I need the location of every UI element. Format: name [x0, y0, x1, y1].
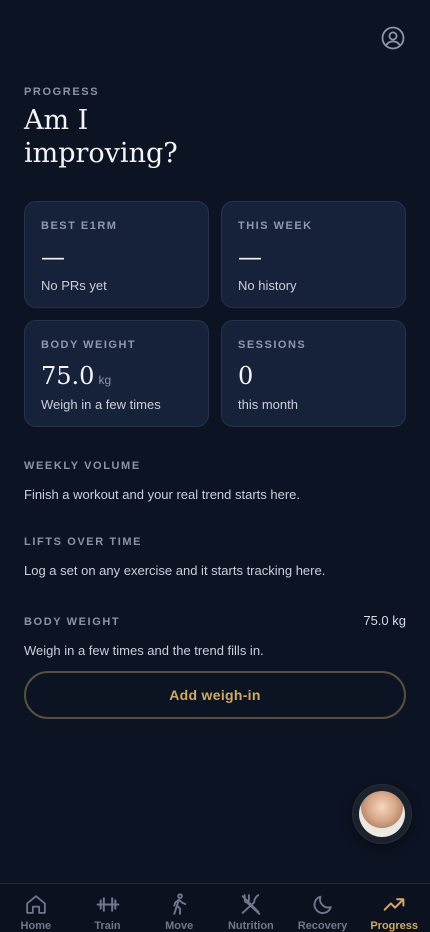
tab-nutrition[interactable]: Nutrition	[215, 884, 287, 932]
body-weight-current-value: 75.0 kg	[363, 613, 406, 628]
bottom-tab-bar: Home Train Move Nutrition Recovery Progr…	[0, 883, 430, 932]
user-icon	[381, 26, 405, 50]
body-weight-empty-text: Weigh in a few times and the trend fills…	[24, 643, 264, 658]
stat-label: BODY WEIGHT	[41, 339, 137, 351]
stat-label: THIS WEEK	[238, 220, 313, 232]
stat-card-this-week: THIS WEEK — No history	[221, 201, 406, 308]
tab-move[interactable]: Move	[143, 884, 215, 932]
dumbbell-icon	[96, 897, 119, 912]
stat-label: SESSIONS	[238, 339, 307, 351]
moon-icon	[313, 895, 332, 914]
tab-progress[interactable]: Progress	[358, 884, 430, 932]
stat-subtext: Weigh in a few times	[41, 397, 161, 412]
stat-subtext: this month	[238, 397, 298, 412]
coach-avatar	[359, 791, 405, 837]
page-title: Am I improving?	[24, 105, 178, 169]
stat-unit: kg	[98, 373, 112, 387]
tab-label: Progress	[370, 920, 419, 932]
tab-label: Recovery	[297, 920, 348, 932]
stat-value: 0	[238, 362, 254, 390]
home-icon	[26, 895, 46, 914]
progress-screen: PROGRESS Am I improving? BEST E1RM — No …	[0, 0, 430, 932]
stat-card-best-e1rm: BEST E1RM — No PRs yet	[24, 201, 209, 308]
stat-value: —	[41, 243, 65, 271]
stat-card-sessions: SESSIONS 0 this month	[221, 320, 406, 427]
tab-home[interactable]: Home	[0, 884, 72, 932]
weekly-volume-label: WEEKLY VOLUME	[24, 460, 141, 472]
tab-label: Home	[20, 920, 52, 932]
lifts-over-time-label: LIFTS OVER TIME	[24, 536, 143, 548]
tab-label: Move	[165, 920, 194, 932]
tab-recovery[interactable]: Recovery	[287, 884, 359, 932]
stat-subtext: No history	[238, 278, 297, 293]
add-weigh-in-button[interactable]: Add weigh-in	[24, 671, 406, 719]
weekly-volume-empty-text: Finish a workout and your real trend sta…	[24, 487, 301, 502]
page-eyebrow: PROGRESS	[24, 86, 100, 98]
tab-label: Nutrition	[227, 920, 274, 932]
profile-button[interactable]	[381, 26, 405, 50]
utensils-icon	[241, 894, 261, 915]
stat-card-body-weight: BODY WEIGHT 75.0 kg Weigh in a few times	[24, 320, 209, 427]
stat-value: —	[238, 243, 262, 271]
coach-chat-button[interactable]	[353, 785, 411, 843]
stat-value: 75.0 kg	[41, 362, 112, 390]
body-weight-section-label: BODY WEIGHT	[24, 616, 121, 628]
stat-subtext: No PRs yet	[41, 278, 107, 293]
stat-label: BEST E1RM	[41, 220, 118, 232]
lifts-over-time-empty-text: Log a set on any exercise and it starts …	[24, 563, 326, 578]
tab-train[interactable]: Train	[72, 884, 144, 932]
walking-icon	[173, 893, 187, 915]
trend-icon	[383, 898, 405, 911]
tab-label: Train	[94, 920, 121, 932]
